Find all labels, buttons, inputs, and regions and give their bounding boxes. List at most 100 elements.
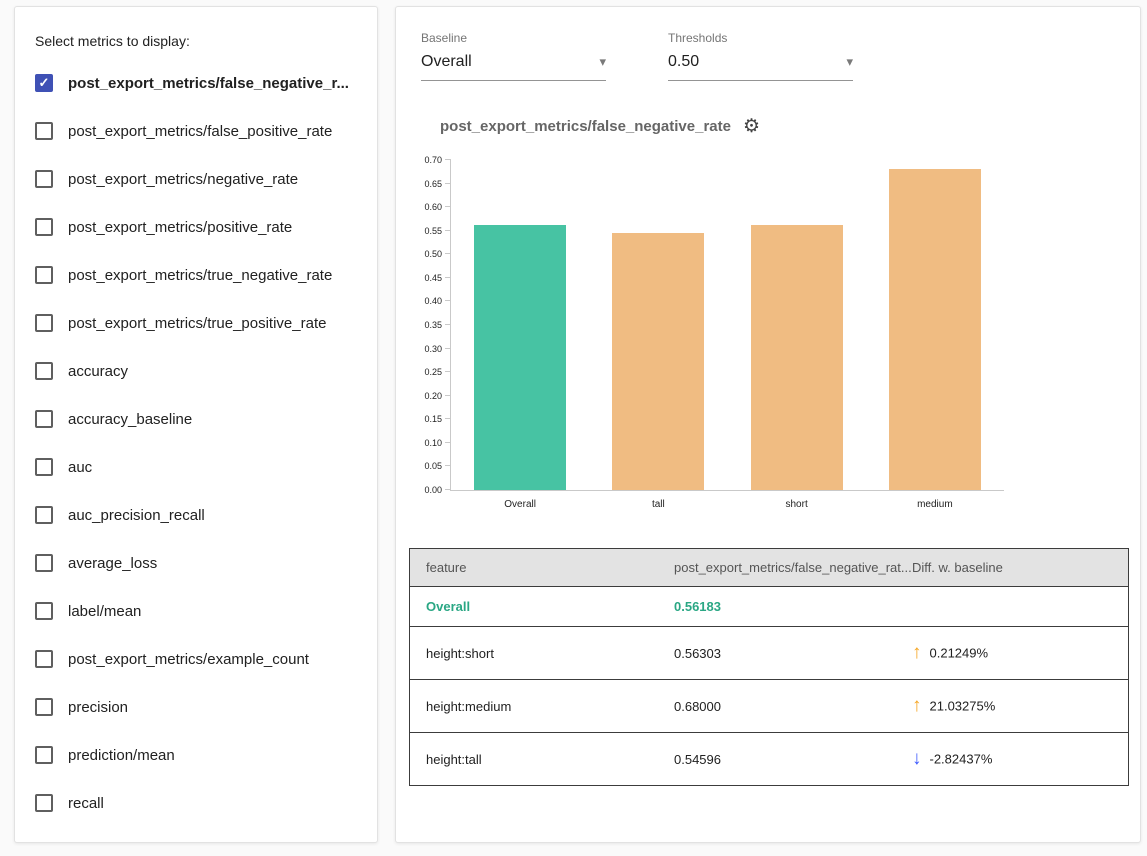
metric-item-accuracy[interactable]: accuracy [35, 347, 357, 395]
metric-item-post-export-metrics-positive-rate[interactable]: post_export_metrics/positive_rate [35, 203, 357, 251]
checkbox-unchecked-icon[interactable] [35, 458, 53, 476]
bar-column-overall: Overall [451, 160, 589, 490]
checkbox-unchecked-icon[interactable] [35, 410, 53, 428]
y-tick-label: 0.55 [404, 226, 442, 236]
metric-label[interactable]: precision [68, 699, 128, 716]
diff-cell: ↓ -2.82437% [896, 733, 1129, 786]
metric-label[interactable]: recall [68, 795, 104, 812]
metric-item-prediction-mean[interactable]: prediction/mean [35, 731, 357, 779]
bar-short[interactable] [751, 225, 843, 490]
diff-value: -2.82437% [930, 752, 993, 767]
value-cell: 0.68000 [658, 680, 896, 733]
bar-medium[interactable] [889, 169, 981, 490]
checkbox-unchecked-icon[interactable] [35, 314, 53, 332]
metric-item-post-export-metrics-negative-rate[interactable]: post_export_metrics/negative_rate [35, 155, 357, 203]
up-arrow-icon: ↑ [912, 695, 922, 716]
y-tick-label: 0.10 [404, 438, 442, 448]
y-tick-label: 0.40 [404, 296, 442, 306]
bar-chart: 0.000.050.100.150.200.250.300.350.400.45… [404, 154, 1029, 520]
metric-label[interactable]: auc_precision_recall [68, 507, 205, 524]
metric-item-post-export-metrics-false-positive-rate[interactable]: post_export_metrics/false_positive_rate [35, 107, 357, 155]
metric-label[interactable]: auc [68, 459, 92, 476]
bar-overall[interactable] [474, 225, 566, 490]
diff-value: 21.03275% [930, 699, 996, 714]
metric-item-recall[interactable]: recall [35, 779, 357, 827]
checkbox-unchecked-icon[interactable] [35, 218, 53, 236]
metric-label[interactable]: post_export_metrics/negative_rate [68, 171, 298, 188]
metric-selector-title: Select metrics to display: [35, 33, 357, 49]
metric-item-post-export-metrics-true-positive-rate[interactable]: post_export_metrics/true_positive_rate [35, 299, 357, 347]
up-arrow-icon: ↑ [912, 642, 922, 663]
metric-label[interactable]: label/mean [68, 603, 141, 620]
metric-label[interactable]: accuracy_baseline [68, 411, 192, 428]
bar-plot: Overalltallshortmedium [450, 160, 1004, 491]
metric-label[interactable]: prediction/mean [68, 747, 175, 764]
y-tick-label: 0.35 [404, 320, 442, 330]
checkbox-checked-icon[interactable]: ✓ [35, 74, 53, 92]
checkbox-unchecked-icon[interactable] [35, 362, 53, 380]
chevron-down-icon[interactable]: ▾ [846, 54, 853, 70]
metric-item-post-export-metrics-example-count[interactable]: post_export_metrics/example_count [35, 635, 357, 683]
checkbox-unchecked-icon[interactable] [35, 506, 53, 524]
feature-cell: Overall [410, 587, 659, 627]
diff-value: 0.21249% [930, 646, 989, 661]
y-tick-label: 0.30 [404, 344, 442, 354]
metric-label[interactable]: accuracy [68, 363, 128, 380]
checkbox-unchecked-icon[interactable] [35, 650, 53, 668]
checkbox-unchecked-icon[interactable] [35, 554, 53, 572]
table-row-height-tall[interactable]: height:tall0.54596↓-2.82437% [410, 733, 1129, 786]
metric-item-auc-precision-recall[interactable]: auc_precision_recall [35, 491, 357, 539]
controls-row: Baseline Overall ▾ Thresholds 0.50 ▾ [396, 31, 1140, 81]
chevron-down-icon[interactable]: ▾ [599, 54, 606, 70]
down-arrow-icon: ↓ [912, 748, 922, 769]
thresholds-value: 0.50 [668, 53, 699, 71]
metric-label[interactable]: post_export_metrics/true_positive_rate [68, 315, 326, 332]
chart-title-row: post_export_metrics/false_negative_rate … [440, 115, 1140, 138]
table-row-height-short[interactable]: height:short0.56303↑0.21249% [410, 627, 1129, 680]
fairness-indicators-page: Select metrics to display: ✓ post_export_… [0, 0, 1147, 856]
checkbox-unchecked-icon[interactable] [35, 794, 53, 812]
metric-label[interactable]: post_export_metrics/false_positive_rate [68, 123, 332, 140]
metric-item-auc[interactable]: auc [35, 443, 357, 491]
checkbox-unchecked-icon[interactable] [35, 602, 53, 620]
table-header-row: featurepost_export_metrics/false_negativ… [410, 549, 1129, 587]
settings-gear-icon[interactable]: ⚙ [743, 115, 760, 138]
baseline-select[interactable]: Overall ▾ [421, 53, 606, 81]
checkbox-unchecked-icon[interactable] [35, 170, 53, 188]
metric-item-average-loss[interactable]: average_loss [35, 539, 357, 587]
table-body: Overall0.56183height:short0.56303↑0.2124… [410, 587, 1129, 786]
metric-label[interactable]: post_export_metrics/positive_rate [68, 219, 292, 236]
checkbox-unchecked-icon[interactable] [35, 266, 53, 284]
bar-column-short: short [728, 160, 866, 490]
x-tick-label: Overall [451, 499, 589, 510]
checkbox-unchecked-icon[interactable] [35, 746, 53, 764]
y-tick-label: 0.15 [404, 414, 442, 424]
baseline-dropdown[interactable]: Baseline Overall ▾ [421, 31, 606, 81]
thresholds-label: Thresholds [668, 31, 853, 45]
y-tick-label: 0.50 [404, 249, 442, 259]
metric-label[interactable]: average_loss [68, 555, 157, 572]
metric-item-accuracy-baseline[interactable]: accuracy_baseline [35, 395, 357, 443]
y-tick-label: 0.45 [404, 273, 442, 283]
y-tick-label: 0.70 [404, 155, 442, 165]
diff-cell: ↑ 0.21249% [896, 627, 1129, 680]
metric-item-label-mean[interactable]: label/mean [35, 587, 357, 635]
bar-tall[interactable] [612, 233, 704, 490]
checkbox-unchecked-icon[interactable] [35, 698, 53, 716]
checkbox-unchecked-icon[interactable] [35, 122, 53, 140]
metric-item-post-export-metrics-false-negative-r[interactable]: ✓ post_export_metrics/false_negative_r... [35, 59, 357, 107]
metric-item-post-export-metrics-true-negative-rate[interactable]: post_export_metrics/true_negative_rate [35, 251, 357, 299]
feature-cell: height:tall [410, 733, 659, 786]
x-tick-label: tall [589, 499, 727, 510]
thresholds-select[interactable]: 0.50 ▾ [668, 53, 853, 81]
y-tick-label: 0.25 [404, 367, 442, 377]
metric-label[interactable]: post_export_metrics/example_count [68, 651, 309, 668]
thresholds-dropdown[interactable]: Thresholds 0.50 ▾ [668, 31, 853, 81]
y-axis: 0.000.050.100.150.200.250.300.350.400.45… [404, 160, 442, 490]
table-row-height-medium[interactable]: height:medium0.68000↑21.03275% [410, 680, 1129, 733]
bar-column-tall: tall [589, 160, 727, 490]
table-row-overall[interactable]: Overall0.56183 [410, 587, 1129, 627]
metric-label[interactable]: post_export_metrics/false_negative_r... [68, 75, 349, 92]
metric-item-precision[interactable]: precision [35, 683, 357, 731]
metric-label[interactable]: post_export_metrics/true_negative_rate [68, 267, 332, 284]
